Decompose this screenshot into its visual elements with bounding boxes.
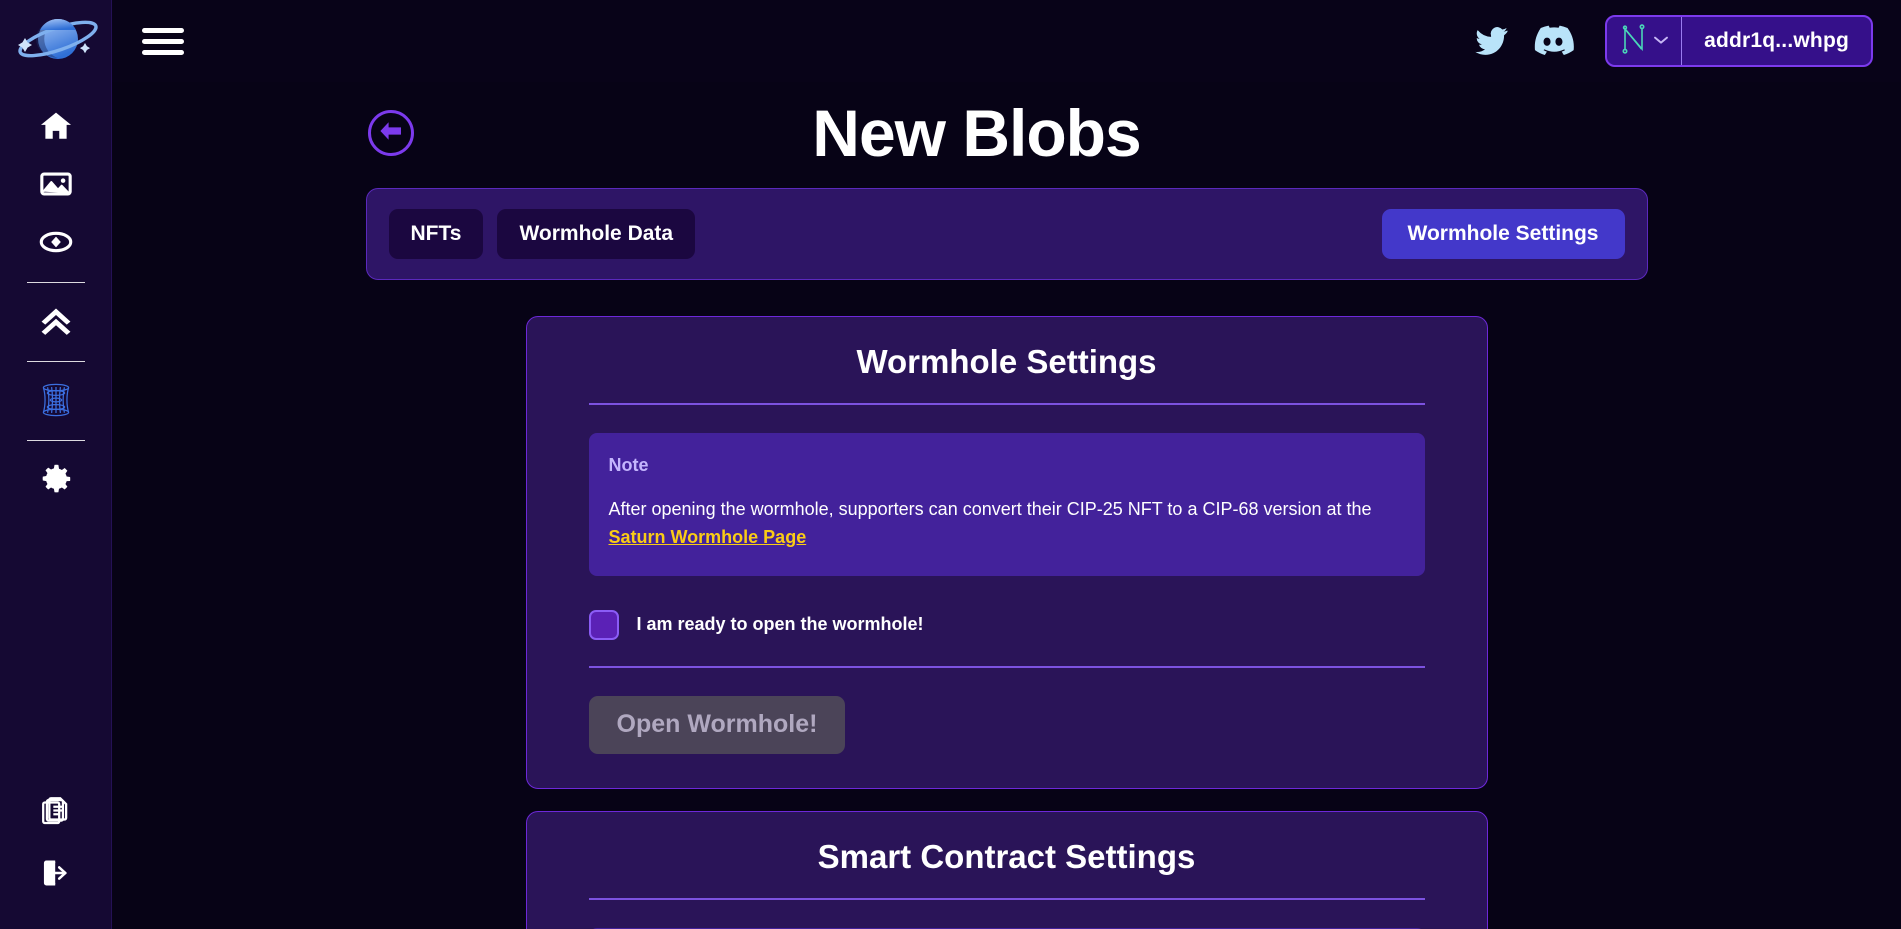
wallet-address[interactable]: addr1q...whpg [1682,17,1871,65]
note-text: After opening the wormhole, supporters c… [609,496,1405,552]
note-text-body: After opening the wormhole, supporters c… [608,499,1372,519]
main-area: addr1q...whpg New Blobs NFTs Wormhole Da… [112,0,1901,929]
eye-icon[interactable] [25,214,87,270]
tab-bar: NFTs Wormhole Data Wormhole Settings [365,188,1648,280]
logout-icon[interactable] [25,845,87,901]
sidebar-divider-3 [26,440,85,441]
wormhole-card-divider [588,403,1425,405]
wormhole-card-divider-2 [588,665,1425,668]
ready-checkbox[interactable] [588,609,619,640]
wallet-left-group[interactable] [1607,17,1683,65]
app-root: addr1q...whpg New Blobs NFTs Wormhole Da… [0,0,1901,929]
tab-wormhole-settings[interactable]: Wormhole Settings [1381,209,1625,259]
page-header: New Blobs [112,82,1901,184]
back-button[interactable] [368,110,414,156]
ready-checkbox-row: I am ready to open the wormhole! [588,609,1425,640]
cards-container: Wormhole Settings Note After opening the… [525,316,1488,929]
image-icon[interactable] [25,156,87,212]
discord-icon[interactable] [1527,15,1579,67]
note-box: Note After opening the wormhole, support… [588,433,1425,576]
gear-icon[interactable] [25,451,87,507]
twitter-icon[interactable] [1465,15,1517,67]
wormhole-icon[interactable] [25,372,87,428]
wallet-selector[interactable]: addr1q...whpg [1605,15,1873,67]
open-wormhole-button[interactable]: Open Wormhole! [588,695,846,754]
documents-icon[interactable] [25,783,87,839]
tab-nfts[interactable]: NFTs [388,209,484,259]
saturn-wormhole-page-link[interactable]: Saturn Wormhole Page [609,527,807,547]
ready-checkbox-label: I am ready to open the wormhole! [636,614,924,635]
note-label: Note [608,455,649,475]
sidebar-bottom-group [25,783,87,907]
chevron-down-icon [1653,32,1669,50]
sidebar [0,0,112,929]
home-icon[interactable] [25,98,87,154]
arrow-left-icon [378,120,404,147]
sidebar-divider-2 [26,361,85,362]
double-chevron-up-icon[interactable] [25,293,87,349]
smart-contract-card-title: Smart Contract Settings [817,837,1196,875]
sidebar-divider-1 [26,282,85,283]
smart-contract-settings-card: Smart Contract Settings Your smart contr… [525,810,1488,929]
topbar: addr1q...whpg [112,0,1901,82]
hamburger-menu-icon[interactable] [142,23,188,59]
nami-wallet-icon [1621,23,1647,59]
wormhole-settings-card: Wormhole Settings Note After opening the… [525,316,1488,789]
smart-contract-card-divider [588,897,1425,900]
tab-wormhole-data[interactable]: Wormhole Data [497,209,696,259]
saturn-planet-logo[interactable] [8,6,104,72]
wormhole-card-title: Wormhole Settings [856,343,1157,380]
